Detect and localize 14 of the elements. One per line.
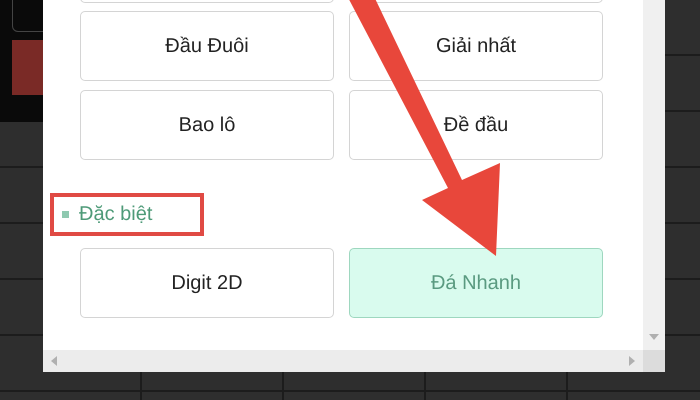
scroll-right-icon[interactable]	[629, 356, 635, 366]
option-button[interactable]: Bao lô	[80, 90, 334, 160]
accent-block	[12, 40, 43, 95]
scroll-left-icon[interactable]	[51, 356, 57, 366]
option-button[interactable]: Giải nhất	[349, 11, 603, 81]
option-button[interactable]: Đầu Đuôi	[80, 11, 334, 81]
vertical-scrollbar[interactable]	[643, 0, 665, 350]
horizontal-scrollbar[interactable]	[43, 350, 643, 372]
bullet-icon	[62, 211, 69, 218]
option-button[interactable]: Đề đầu	[349, 90, 603, 160]
option-button[interactable]: Digit 2D	[80, 248, 334, 318]
section-title: Đặc biệt	[79, 203, 152, 226]
scrollbar-corner	[643, 350, 665, 372]
scroll-down-icon[interactable]	[649, 334, 659, 340]
